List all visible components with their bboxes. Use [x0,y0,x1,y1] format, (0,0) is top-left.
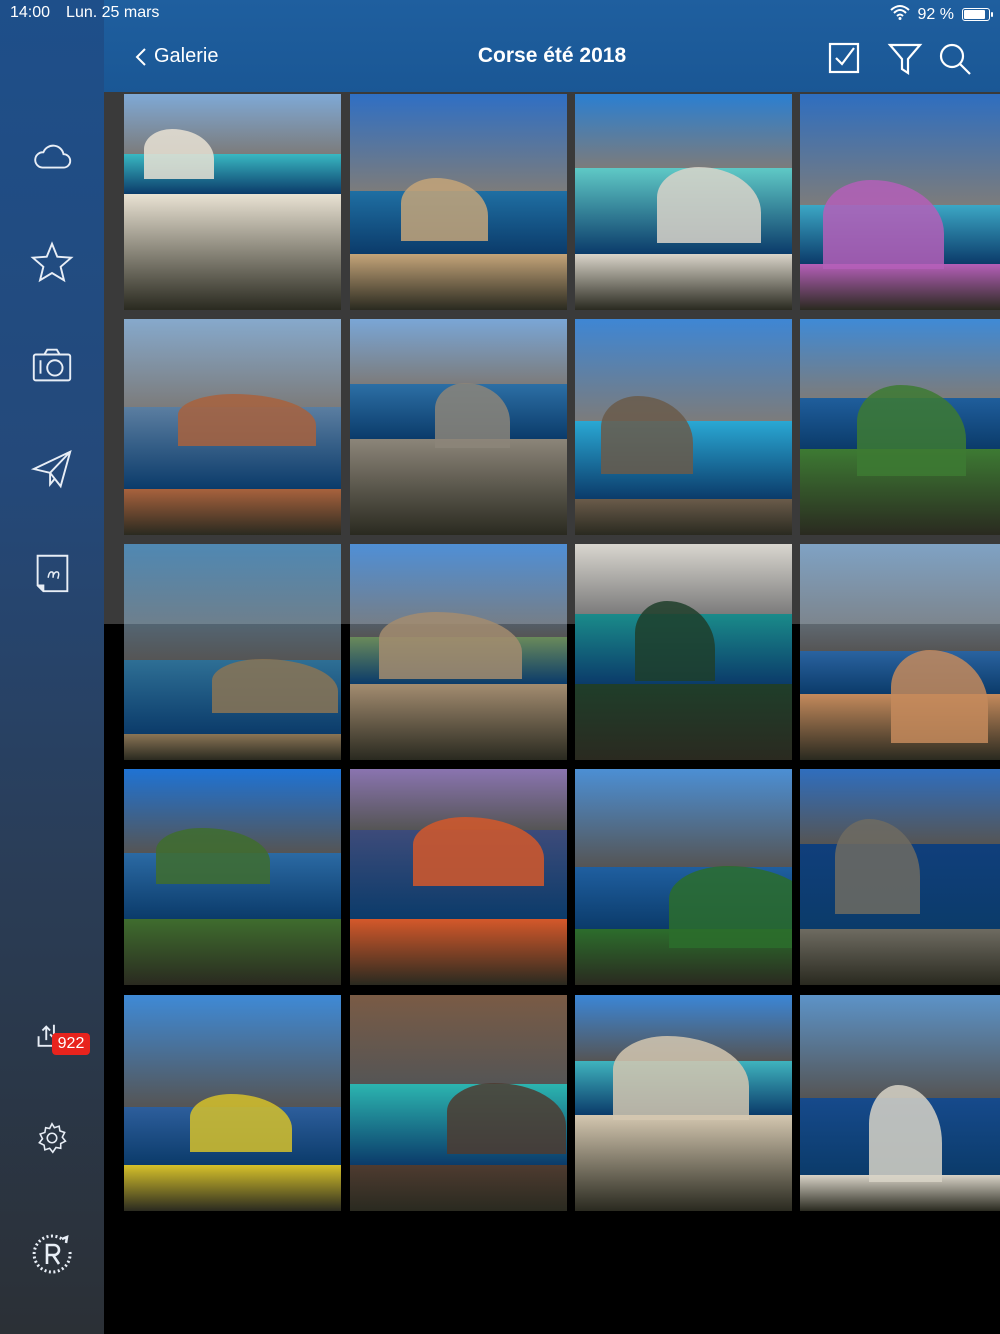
status-date: Lun. 25 mars [66,4,160,21]
photo-thumbnail[interactable] [124,769,341,985]
photo-thumbnail[interactable] [575,544,792,760]
transfer-badge: 922 [52,1033,90,1055]
status-time: 14:00 [10,4,51,21]
photo-thumbnail[interactable] [575,995,792,1211]
photo-thumbnail[interactable] [350,94,567,310]
wifi-icon [889,4,910,25]
cloud-icon[interactable] [26,132,78,184]
search-icon[interactable] [936,40,974,78]
photo-thumbnail[interactable] [124,995,341,1211]
star-icon[interactable] [26,236,78,288]
photo-thumbnail[interactable] [124,319,341,535]
battery-icon [962,8,993,21]
page-title: Corse été 2018 [477,44,627,67]
photo-thumbnail[interactable] [575,94,792,310]
photo-thumbnail[interactable] [800,94,1000,310]
photo-thumbnail[interactable] [124,94,341,310]
photo-thumbnail[interactable] [350,544,567,760]
send-icon[interactable] [26,443,78,495]
refresh-logo-icon[interactable] [26,1228,78,1280]
battery-percent: 92 % [917,5,954,23]
photo-grid [104,92,1000,1334]
photo-thumbnail[interactable] [575,769,792,985]
gear-icon[interactable] [26,1112,78,1164]
filter-icon[interactable] [886,40,924,78]
status-bar: 14:00 Lun. 25 mars 92 % [0,0,1000,28]
photo-thumbnail[interactable] [350,995,567,1211]
photo-thumbnail[interactable] [800,769,1000,985]
photo-thumbnail[interactable] [350,769,567,985]
sidebar: 922 [0,0,104,1334]
photo-thumbnail[interactable] [350,319,567,535]
photo-thumbnail[interactable] [800,319,1000,535]
photo-thumbnail[interactable] [800,995,1000,1211]
photo-thumbnail[interactable] [124,544,341,760]
photo-thumbnail[interactable] [800,544,1000,760]
camera-icon[interactable] [26,340,78,392]
note-icon[interactable] [26,547,78,599]
photo-thumbnail[interactable] [575,319,792,535]
select-checkbox-icon[interactable] [826,40,864,78]
